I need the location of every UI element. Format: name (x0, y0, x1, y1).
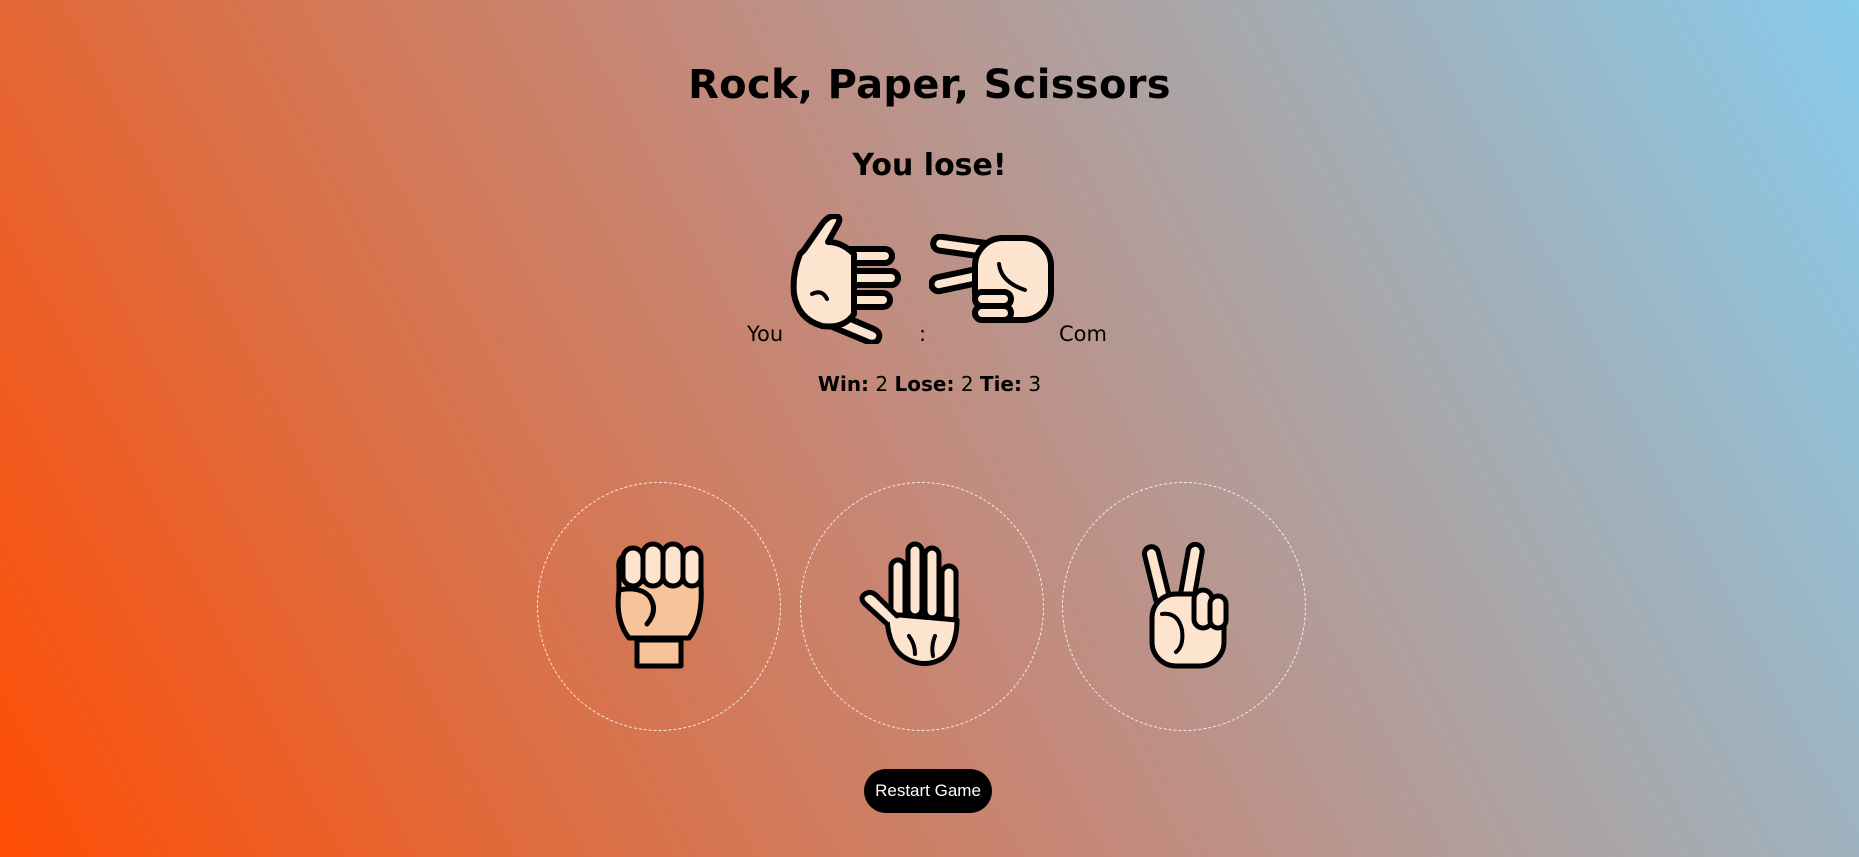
versus-separator: : (919, 322, 927, 346)
tie-count: 3 (1028, 372, 1042, 396)
you-label: You (747, 322, 784, 346)
computer-choice-scissors-icon (928, 233, 1056, 326)
tie-label: Tie: (979, 372, 1022, 396)
game-title: Rock, Paper, Scissors (688, 62, 1171, 108)
win-label: Win: (817, 372, 870, 396)
scissors-hand-icon (1134, 540, 1234, 674)
rock-hand-icon (609, 540, 709, 674)
win-count: 2 (875, 372, 889, 396)
player-choice-paper-icon (782, 213, 917, 346)
rock-choice-button[interactable] (537, 482, 781, 731)
paper-hand-icon (857, 540, 987, 674)
paper-choice-button[interactable] (800, 482, 1044, 731)
scissors-choice-button[interactable] (1062, 482, 1306, 731)
score-board: Win: 2 Lose: 2 Tie: 3 (0, 372, 1859, 396)
restart-game-button[interactable]: Restart Game (864, 769, 992, 813)
result-text: You lose! (852, 148, 1007, 183)
com-label: Com (1059, 322, 1107, 346)
lose-label: Lose: (894, 372, 955, 396)
lose-count: 2 (960, 372, 974, 396)
